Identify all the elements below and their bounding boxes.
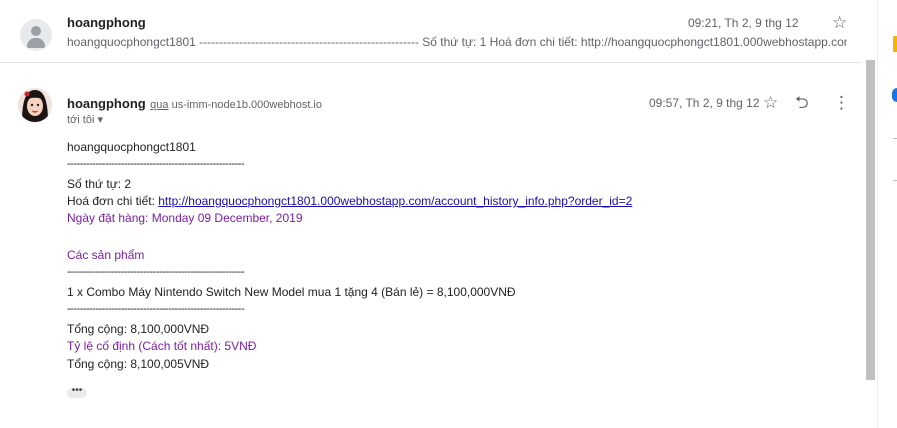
- product-line: 1 x Combo Máy Nintendo Switch New Model …: [67, 285, 516, 299]
- invoice-line: Hoá đơn chi tiết: http://hoangquocphongc…: [67, 194, 632, 209]
- collapsed-sender-name: hoangphong: [67, 15, 146, 30]
- order-date: Ngày đặt hàng: Monday 09 December, 2019: [67, 211, 303, 225]
- side-divider-2: [893, 180, 897, 181]
- subtotal: Tổng cộng: 8,100,000VNĐ: [67, 322, 210, 336]
- via-text: qua us-imm-node1b.000webhost.io: [150, 99, 322, 111]
- reply-icon[interactable]: ⮌: [795, 94, 809, 111]
- body-greeting: hoangquocphongct1801: [67, 140, 196, 154]
- collapsed-time: 09:21, Th 2, 9 thg 12: [688, 16, 799, 30]
- sender-avatar: [18, 88, 52, 122]
- invoice-label: Hoá đơn chi tiết:: [67, 194, 159, 208]
- collapsed-message[interactable]: hoangphong hoangquocphongct1801 --------…: [0, 0, 862, 63]
- shipping-fee: Tỷ lệ cố định (Cách tốt nhất): 5VNĐ: [67, 339, 257, 353]
- collapsed-star-icon[interactable]: ☆: [832, 14, 847, 31]
- scrollbar-thumb[interactable]: [866, 60, 875, 380]
- avatar-photo-icon: [18, 88, 52, 122]
- recipient-dropdown[interactable]: tới tôi ▾: [67, 113, 103, 126]
- via-host: us-imm-node1b.000webhost.io: [171, 99, 322, 111]
- collapsed-snippet: hoangquocphongct1801 -------------------…: [67, 35, 847, 49]
- message-time: 09:57, Th 2, 9 thg 12: [649, 96, 760, 110]
- email-thread: hoangphong hoangquocphongct1801 --------…: [0, 0, 862, 428]
- via-link[interactable]: qua: [150, 99, 168, 111]
- separator-3: ----------------------------------------…: [67, 303, 245, 315]
- order-number: Số thứ tự: 2: [67, 177, 132, 191]
- invoice-link[interactable]: http://hoangquocphongct1801.000webhostap…: [158, 194, 632, 208]
- message-header: hoangphong qua us-imm-node1b.000webhost.…: [67, 95, 322, 113]
- separator-2: ----------------------------------------…: [67, 266, 245, 278]
- grand-total: Tổng cộng: 8,100,005VNĐ: [67, 357, 210, 371]
- separator-1: ----------------------------------------…: [67, 158, 245, 170]
- recipient-label: tới tôi: [67, 114, 95, 126]
- star-icon[interactable]: ☆: [763, 94, 778, 111]
- keep-icon[interactable]: [893, 36, 897, 52]
- tasks-icon[interactable]: [892, 88, 897, 102]
- chevron-down-icon: ▾: [97, 114, 103, 126]
- products-heading: Các sản phẩm: [67, 248, 145, 262]
- default-avatar-icon: [20, 19, 52, 51]
- show-trimmed-content-button[interactable]: •••: [67, 386, 87, 398]
- side-divider: [893, 138, 897, 139]
- sender-name[interactable]: hoangphong: [67, 96, 146, 111]
- more-options-icon[interactable]: ⋮: [833, 94, 850, 111]
- side-panel: [877, 0, 897, 428]
